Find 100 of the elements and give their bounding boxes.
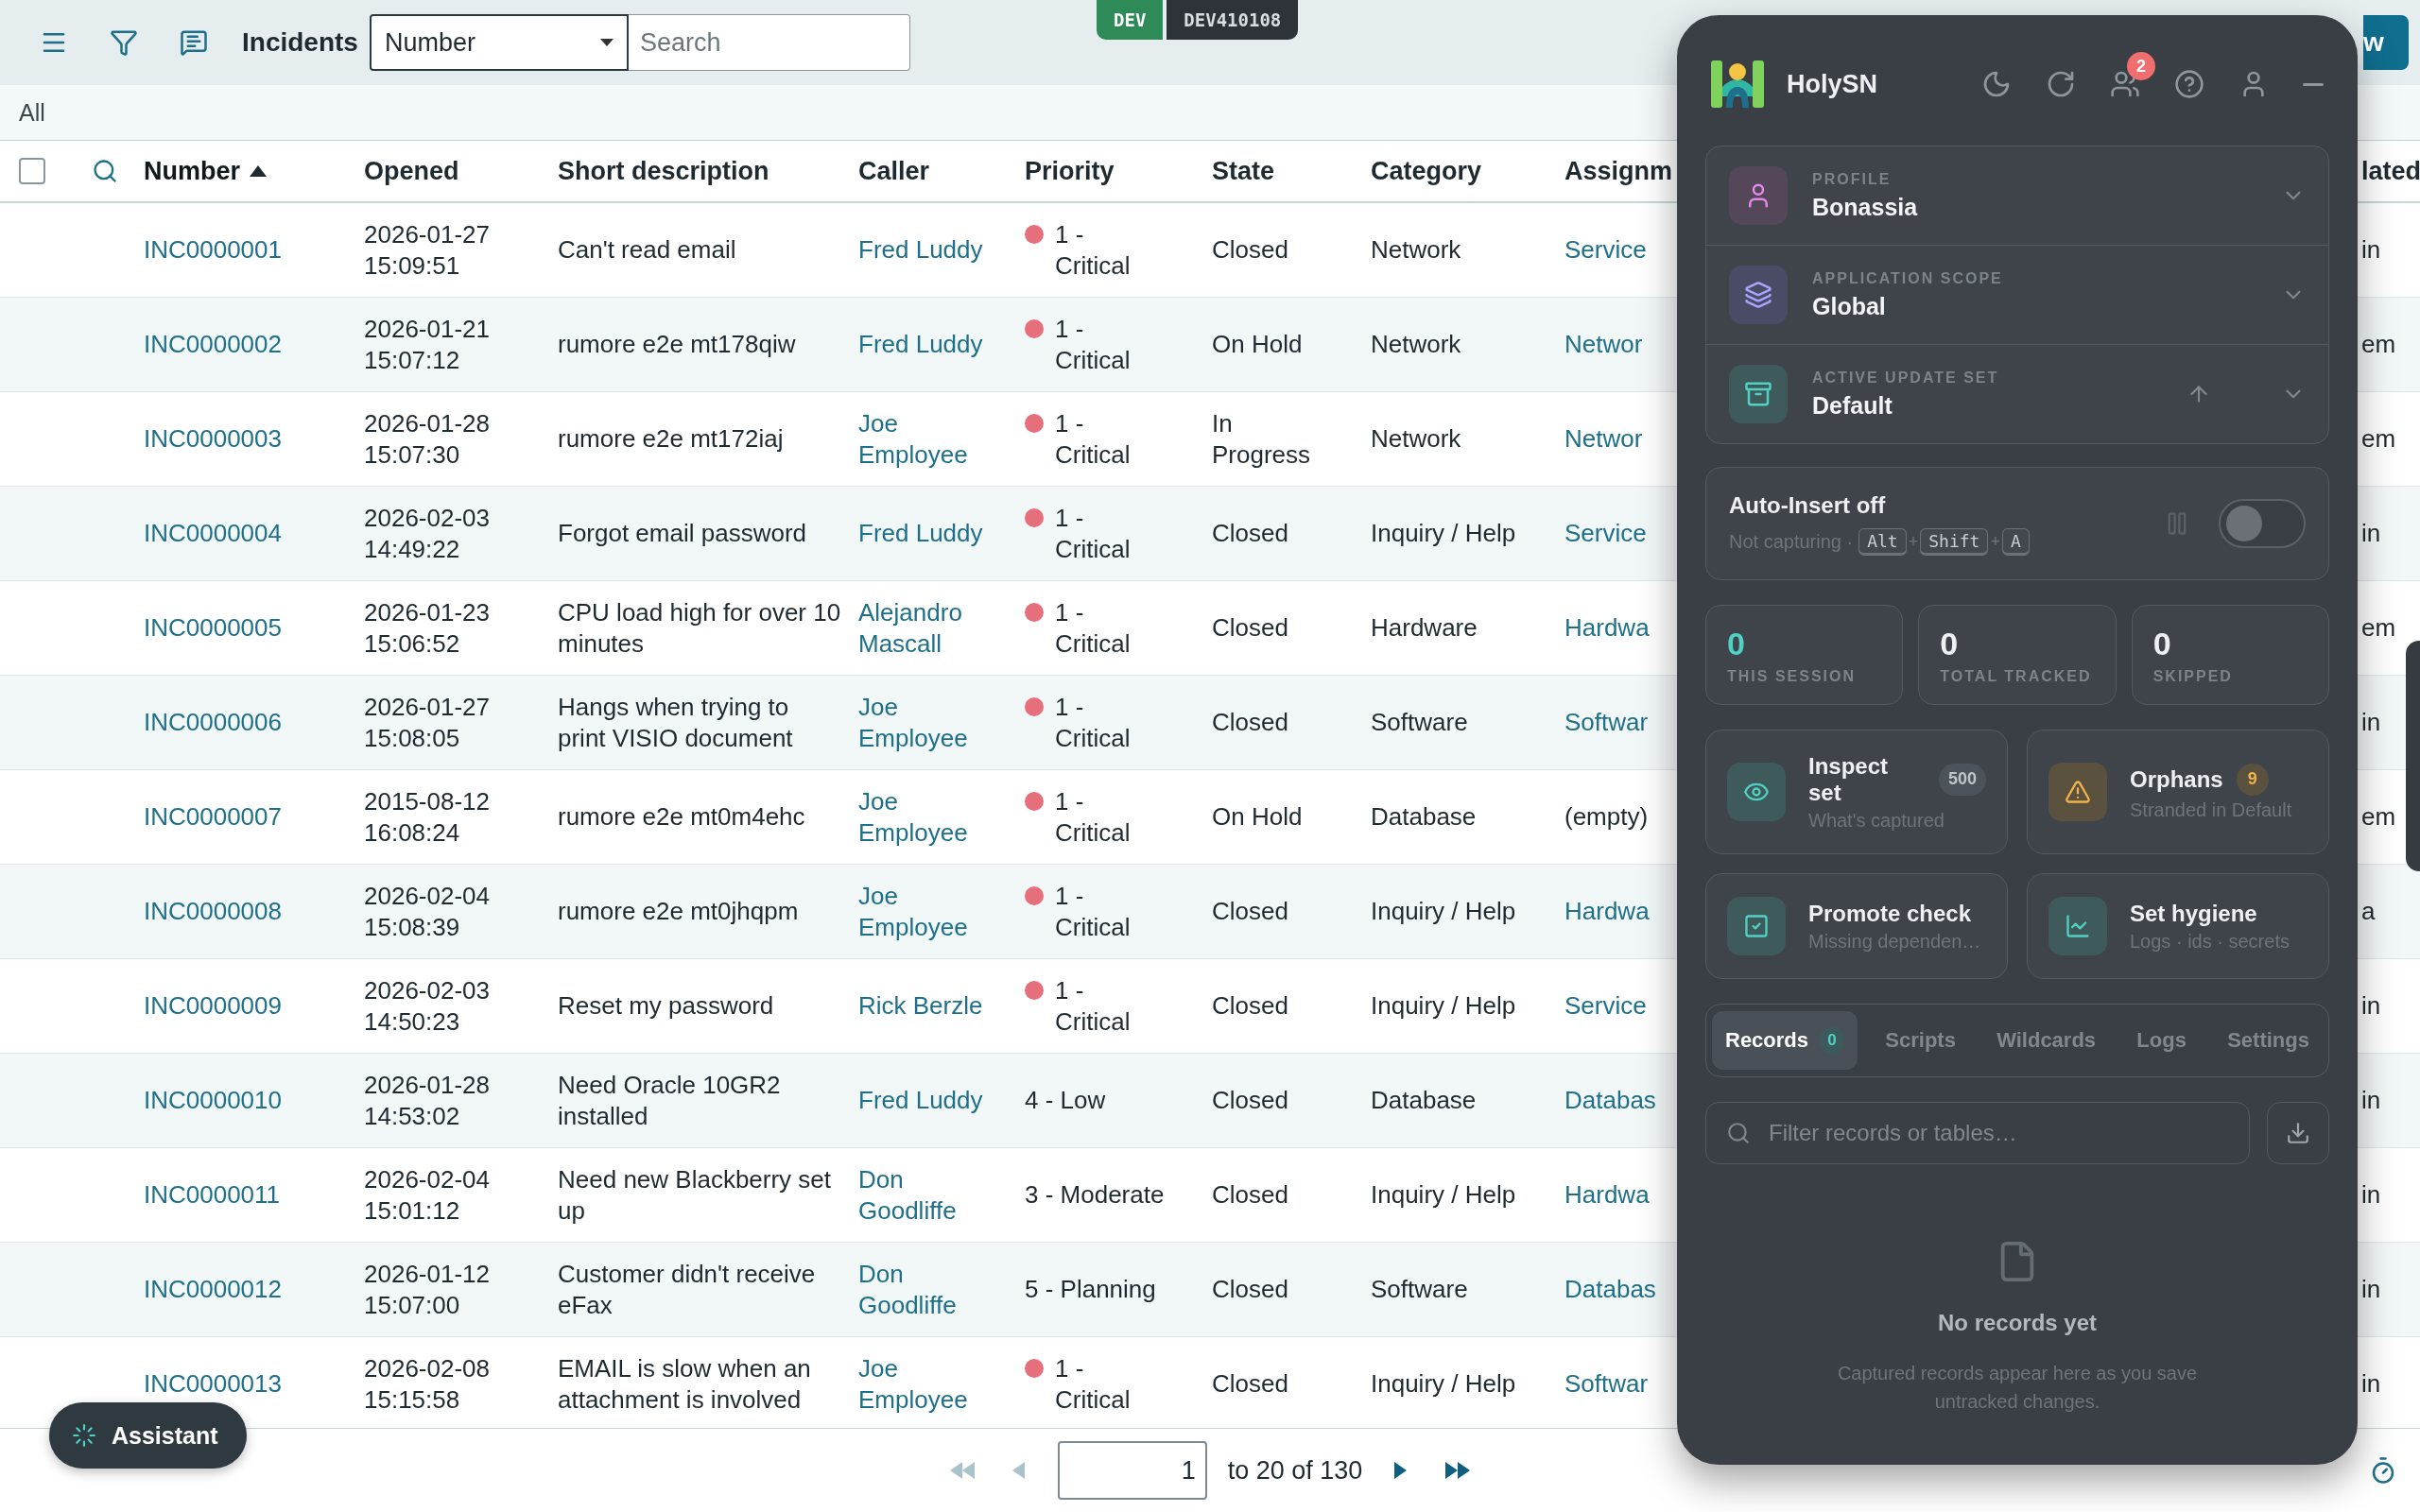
select-all-checkbox[interactable] bbox=[19, 158, 45, 184]
number-link[interactable]: INC0000005 bbox=[144, 612, 293, 644]
glyph-icon bbox=[2065, 913, 2091, 939]
page-input[interactable]: 1 bbox=[1057, 1441, 1207, 1500]
column-header[interactable]: Priority bbox=[1025, 156, 1115, 186]
state-cell-text: Closed bbox=[1212, 1368, 1289, 1400]
help-button[interactable] bbox=[2174, 69, 2204, 99]
new-button[interactable]: w bbox=[2363, 15, 2409, 70]
state-cell-text: Closed bbox=[1212, 234, 1289, 266]
number-link[interactable]: INC0000012 bbox=[144, 1274, 293, 1305]
priority-cell-text: 1 - Critical bbox=[1055, 407, 1132, 471]
assignment-link[interactable]: Hardwa bbox=[1564, 612, 1661, 644]
opened-cell-text: 2026-02-03 14:50:23 bbox=[364, 974, 491, 1038]
refresh-button[interactable] bbox=[2046, 69, 2076, 99]
assignment-link[interactable]: Databas bbox=[1564, 1085, 1668, 1116]
assignment-link[interactable]: Networ bbox=[1564, 423, 1654, 455]
number-link[interactable]: INC0000006 bbox=[144, 707, 293, 738]
assignment-link[interactable]: Service bbox=[1564, 518, 1658, 549]
theme-button[interactable] bbox=[1981, 69, 2012, 99]
page-range: to 20 of 130 bbox=[1227, 1455, 1363, 1486]
caller-link[interactable]: Fred Luddy bbox=[858, 234, 1021, 266]
notification-badge: 2 bbox=[2127, 52, 2155, 80]
tab[interactable]: Wildcards bbox=[1983, 1011, 2110, 1070]
auto-insert-toggle[interactable] bbox=[2219, 499, 2306, 548]
tab[interactable]: Logs bbox=[2123, 1011, 2200, 1070]
caller-link[interactable]: Don Goodliffe bbox=[858, 1258, 1025, 1321]
minimize-icon bbox=[2303, 82, 2324, 86]
description-cell-text: EMAIL is slow when an attachment is involved bbox=[558, 1352, 812, 1416]
assignment-link[interactable]: Databas bbox=[1564, 1274, 1668, 1305]
shortcut-key: Alt bbox=[1858, 527, 1907, 556]
action-title: Orphans bbox=[2130, 765, 2223, 793]
description-cell-text: rumore e2e mt172iaj bbox=[558, 423, 785, 455]
assignment-link[interactable]: Service bbox=[1564, 990, 1658, 1022]
tab[interactable]: Scripts bbox=[1872, 1011, 1969, 1070]
field-select[interactable]: Number bbox=[369, 14, 629, 71]
download-button[interactable] bbox=[2267, 1102, 2329, 1164]
assignment-link[interactable]: Networ bbox=[1564, 329, 1654, 360]
category-cell-text: Inquiry / Help bbox=[1371, 1368, 1517, 1400]
caller-link[interactable]: Fred Luddy bbox=[858, 518, 1021, 549]
opened-cell-text: 2026-01-12 15:07:00 bbox=[364, 1258, 491, 1321]
description-cell-text: rumore e2e mt0jhqpm bbox=[558, 896, 800, 927]
number-link[interactable]: INC0000002 bbox=[144, 329, 293, 360]
priority-cell-text: 1 - Critical bbox=[1055, 313, 1132, 376]
minimize-button[interactable] bbox=[2303, 82, 2324, 86]
filter-field[interactable]: Filter records or tables… bbox=[1705, 1102, 2250, 1164]
column-header[interactable]: lated bbox=[2361, 156, 2420, 186]
column-header[interactable]: Caller bbox=[858, 156, 930, 186]
stat-label: TOTAL TRACKED bbox=[1940, 667, 2093, 685]
assistant-button[interactable]: Assistant bbox=[49, 1402, 247, 1469]
number-link[interactable]: INC0000003 bbox=[144, 423, 293, 455]
caller-link[interactable]: Fred Luddy bbox=[858, 1085, 1021, 1116]
caller-link[interactable]: Don Goodliffe bbox=[858, 1163, 1025, 1227]
column-header[interactable]: State bbox=[1212, 156, 1275, 186]
state-cell-text: In Progress bbox=[1212, 407, 1312, 471]
search-icon[interactable] bbox=[92, 158, 118, 184]
number-link[interactable]: INC0000004 bbox=[144, 518, 293, 549]
category-cell-text: Software bbox=[1371, 707, 1469, 738]
download-icon bbox=[2286, 1121, 2310, 1145]
caller-link[interactable]: Joe Employee bbox=[858, 880, 1025, 943]
search-field[interactable]: Search bbox=[628, 14, 910, 71]
number-link[interactable]: INC0000010 bbox=[144, 1085, 293, 1116]
number-link[interactable]: INC0000001 bbox=[144, 234, 293, 266]
priority-cell: 5 - Planning bbox=[1025, 1274, 1156, 1305]
tab[interactable]: Records 0 bbox=[1712, 1011, 1858, 1070]
caller-link[interactable]: Rick Berzle bbox=[858, 990, 1021, 1022]
column-header[interactable]: Number bbox=[144, 156, 240, 186]
assignment-link[interactable]: Hardwa bbox=[1564, 896, 1661, 927]
shortcut-key: A bbox=[2001, 527, 2030, 556]
number-link[interactable]: INC0000013 bbox=[144, 1368, 293, 1400]
caret-icon bbox=[599, 39, 614, 46]
state-cell-text: Closed bbox=[1212, 896, 1289, 927]
assignment-link[interactable]: Hardwa bbox=[1564, 1179, 1661, 1211]
tab[interactable]: Settings bbox=[2214, 1011, 2323, 1070]
caller-link[interactable]: Joe Employee bbox=[858, 407, 1025, 471]
number-link[interactable]: INC0000011 bbox=[144, 1179, 292, 1211]
assignment-link[interactable]: Softwar bbox=[1564, 707, 1660, 738]
opened-cell-text: 2026-01-27 15:09:51 bbox=[364, 218, 491, 282]
table-cell-text: a bbox=[2361, 896, 2377, 927]
number-link[interactable]: INC0000009 bbox=[144, 990, 293, 1022]
column-header[interactable]: Opened bbox=[364, 156, 459, 186]
caller-link[interactable]: Alejandro Mascall bbox=[858, 596, 1025, 660]
glyph-icon bbox=[2065, 779, 2091, 805]
caller-link[interactable]: Fred Luddy bbox=[858, 329, 1021, 360]
assignment-link[interactable]: Softwar bbox=[1564, 1368, 1660, 1400]
number-link[interactable]: INC0000007 bbox=[144, 801, 293, 833]
description-cell-text: Forgot email password bbox=[558, 518, 807, 549]
caller-link[interactable]: Joe Employee bbox=[858, 1352, 1025, 1416]
caller-link[interactable]: Joe Employee bbox=[858, 691, 1025, 754]
column-header[interactable]: Assignm bbox=[1564, 156, 1673, 186]
column-header[interactable]: Short description bbox=[558, 156, 769, 186]
filter-breadcrumb[interactable]: All bbox=[19, 98, 45, 127]
number-link[interactable]: INC0000008 bbox=[144, 896, 293, 927]
key-separator: + bbox=[1990, 531, 2000, 552]
context-value: Bonassia bbox=[1812, 193, 1919, 221]
context-label: APPLICATION SCOPE bbox=[1812, 269, 2004, 287]
column-header[interactable]: Category bbox=[1371, 156, 1482, 186]
category-cell-text: Network bbox=[1371, 423, 1462, 455]
refresh-icon bbox=[2046, 69, 2076, 99]
assignment-link[interactable]: Service bbox=[1564, 234, 1658, 266]
caller-link[interactable]: Joe Employee bbox=[858, 785, 1025, 849]
